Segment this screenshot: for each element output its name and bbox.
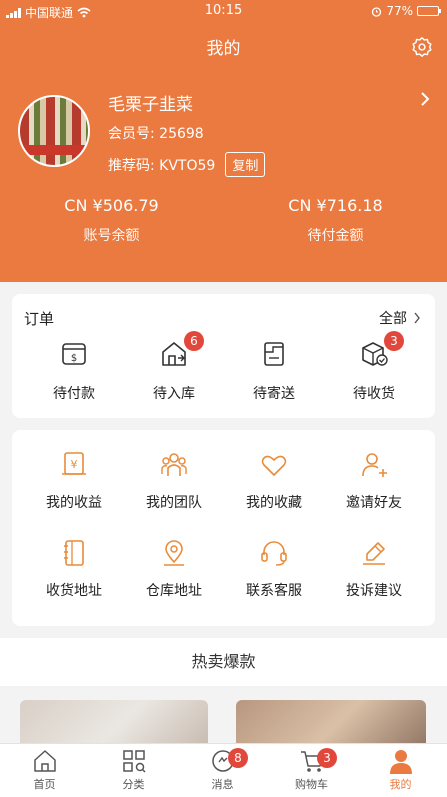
receipt-count-badge: 3 <box>384 331 404 351</box>
hot-products-title: 热卖爆款 <box>191 652 256 671</box>
tab-label: 首页 <box>33 778 56 791</box>
orders-card: 订单 全部 $ 待付款 待入库 6 待寄送 待收货 3 <box>12 294 435 418</box>
service-label: 仓库地址 <box>146 583 202 599</box>
order-label: 待寄送 <box>253 386 295 402</box>
services-card: ¥ 我的收益 我的团队 我的收藏 邀请好友 收货地址 仓库地址 联系客服 投诉建… <box>12 430 435 626</box>
service-label: 投诉建议 <box>346 583 402 599</box>
order-pending-payment[interactable]: $ 待付款 <box>24 339 124 403</box>
pending-payment-label: 待付金额 <box>307 228 364 244</box>
tab-label: 购物车 <box>295 778 328 791</box>
service-address[interactable]: 收货地址 <box>24 538 124 600</box>
referral-code: 推荐码: KVTO59 <box>108 157 216 174</box>
order-label: 待付款 <box>53 386 95 402</box>
orders-all-label: 全部 <box>379 311 407 327</box>
alarm-icon <box>372 6 382 17</box>
service-warehouse-address[interactable]: 仓库地址 <box>124 538 224 600</box>
profile-header: 中国联通 10:15 77% 我的 毛栗子韭菜 会员号: 25698 推荐码: … <box>0 0 447 282</box>
order-label: 待收货 <box>353 386 395 402</box>
payment-icon: $ <box>62 343 86 365</box>
cart-count-badge: 3 <box>317 748 337 768</box>
service-customer-support[interactable]: 联系客服 <box>224 538 324 600</box>
service-label: 收货地址 <box>46 583 102 599</box>
headset-icon <box>261 541 287 566</box>
heart-icon <box>261 455 287 476</box>
home-icon <box>33 750 56 772</box>
order-pending-shipping[interactable]: 待寄送 <box>224 339 324 403</box>
chevron-right-icon[interactable] <box>419 90 431 108</box>
service-favorites[interactable]: 我的收藏 <box>224 450 324 512</box>
warehouse-count-badge: 6 <box>184 331 204 351</box>
svg-text:$: $ <box>71 353 77 364</box>
tab-cart[interactable]: 购物车 3 <box>267 748 356 792</box>
team-icon <box>161 453 187 476</box>
copy-button[interactable]: 复制 <box>225 152 266 177</box>
account-balance[interactable]: CN ¥506.79 账号余额 <box>0 196 223 245</box>
service-team[interactable]: 我的团队 <box>124 450 224 512</box>
feedback-icon <box>363 542 385 565</box>
tab-messages[interactable]: 消息 8 <box>178 748 267 792</box>
service-label: 我的收藏 <box>246 495 302 511</box>
tab-label: 我的 <box>389 778 412 791</box>
bottom-tab-bar: 首页 分类 消息 8 购物车 3 我的 <box>0 743 447 797</box>
chevron-right-icon <box>414 312 420 324</box>
avatar[interactable] <box>18 95 90 167</box>
tab-label: 消息 <box>211 778 234 791</box>
orders-title: 订单 <box>24 310 55 328</box>
hot-products-header: 热卖爆款 <box>0 638 447 686</box>
order-pending-warehouse[interactable]: 待入库 6 <box>124 331 224 403</box>
service-label: 我的团队 <box>146 495 202 511</box>
service-earnings[interactable]: ¥ 我的收益 <box>24 450 124 512</box>
orders-all-link[interactable]: 全部 <box>379 308 421 328</box>
profile-icon <box>389 750 412 774</box>
category-icon <box>122 750 146 773</box>
service-label: 邀请好友 <box>346 495 402 511</box>
add-user-icon <box>362 453 387 477</box>
tab-label: 分类 <box>122 778 145 791</box>
nickname: 毛栗子韭菜 <box>108 95 193 115</box>
settings-icon[interactable] <box>411 36 433 58</box>
tab-profile[interactable]: 我的 <box>356 748 445 792</box>
account-balance-amount: CN ¥506.79 <box>64 196 159 215</box>
address-book-icon <box>64 540 84 566</box>
order-pending-receipt[interactable]: 待收货 3 <box>324 331 424 403</box>
tab-home[interactable]: 首页 <box>0 748 89 792</box>
pending-payment-amount: CN ¥716.18 <box>288 196 383 215</box>
location-pin-icon <box>164 540 184 566</box>
service-feedback[interactable]: 投诉建议 <box>324 538 424 600</box>
status-bar: 中国联通 10:15 77% <box>0 0 447 22</box>
svg-text:¥: ¥ <box>71 458 78 471</box>
pending-payment[interactable]: CN ¥716.18 待付金额 <box>224 196 447 245</box>
tab-category[interactable]: 分类 <box>89 748 178 792</box>
service-invite[interactable]: 邀请好友 <box>324 450 424 512</box>
message-count-badge: 8 <box>228 748 248 768</box>
member-number: 会员号: 25698 <box>108 126 204 142</box>
order-label: 待入库 <box>153 386 195 402</box>
service-label: 我的收益 <box>46 495 102 511</box>
account-balance-label: 账号余额 <box>83 228 140 244</box>
page-title: 我的 <box>206 39 241 59</box>
service-label: 联系客服 <box>246 583 302 599</box>
battery-icon <box>417 6 441 16</box>
battery-percent: 77% <box>386 4 413 18</box>
shipping-box-icon <box>264 342 284 366</box>
earnings-icon: ¥ <box>62 452 86 475</box>
